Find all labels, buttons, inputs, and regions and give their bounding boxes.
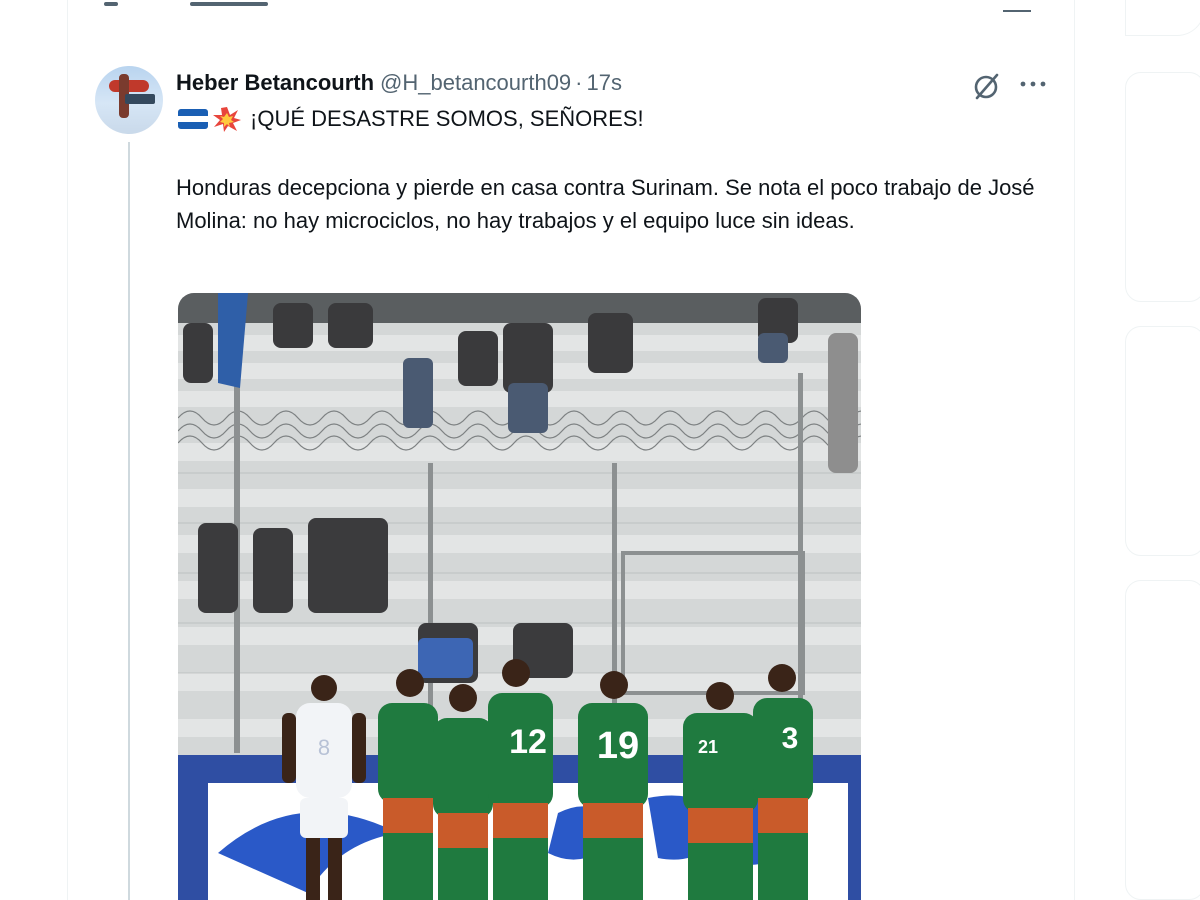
jersey-number: 8: [318, 735, 330, 760]
search-box[interactable]: [1125, 0, 1200, 36]
share-icon[interactable]: [1003, 0, 1031, 12]
stadium-scene: 8 12 19 3 21: [178, 293, 861, 900]
previous-tweet-actions: [0, 0, 1200, 14]
right-sidebar: [1125, 0, 1200, 900]
tweet-photo[interactable]: 8 12 19 3 21: [178, 293, 861, 900]
flag-band-top: [178, 109, 208, 116]
separator-dot: ·: [575, 70, 583, 95]
jersey-number: 19: [597, 725, 639, 767]
slashed-circle-icon[interactable]: [970, 70, 1002, 102]
repost-icon[interactable]: [190, 2, 268, 6]
headline-text: ¡QUÉ DESASTRE SOMOS, SEÑORES!: [250, 106, 644, 131]
timestamp[interactable]: 17s: [587, 70, 622, 96]
avatar-shirt: [109, 80, 149, 92]
tweet-headline: ¡QUÉ DESASTRE SOMOS, SEÑORES!: [178, 106, 644, 132]
thread-line: [128, 142, 130, 900]
user-handle[interactable]: @H_betancourth09: [380, 70, 571, 96]
reply-icon[interactable]: [104, 2, 118, 6]
jersey-number: 3: [782, 722, 799, 755]
avatar-board: [125, 94, 155, 104]
flag-band-bottom: [178, 122, 208, 129]
more-icon[interactable]: [1018, 72, 1048, 96]
tweet-text: Honduras decepciona y pierde en casa con…: [176, 175, 1035, 233]
jersey-number: 12: [509, 723, 547, 761]
avatar[interactable]: [95, 66, 163, 134]
jersey-number: 21: [698, 737, 718, 757]
collision-icon: [213, 107, 241, 132]
honduras-flag-icon: [178, 109, 208, 129]
sidebar-card: [1125, 580, 1200, 900]
display-name[interactable]: Heber Betancourth: [176, 70, 374, 96]
tweet-header: Heber Betancourth @H_betancourth09 · 17s: [176, 68, 622, 98]
page: Heber Betancourth @H_betancourth09 · 17s…: [0, 0, 1200, 900]
sidebar-card: [1125, 326, 1200, 556]
sidebar-card: [1125, 72, 1200, 302]
